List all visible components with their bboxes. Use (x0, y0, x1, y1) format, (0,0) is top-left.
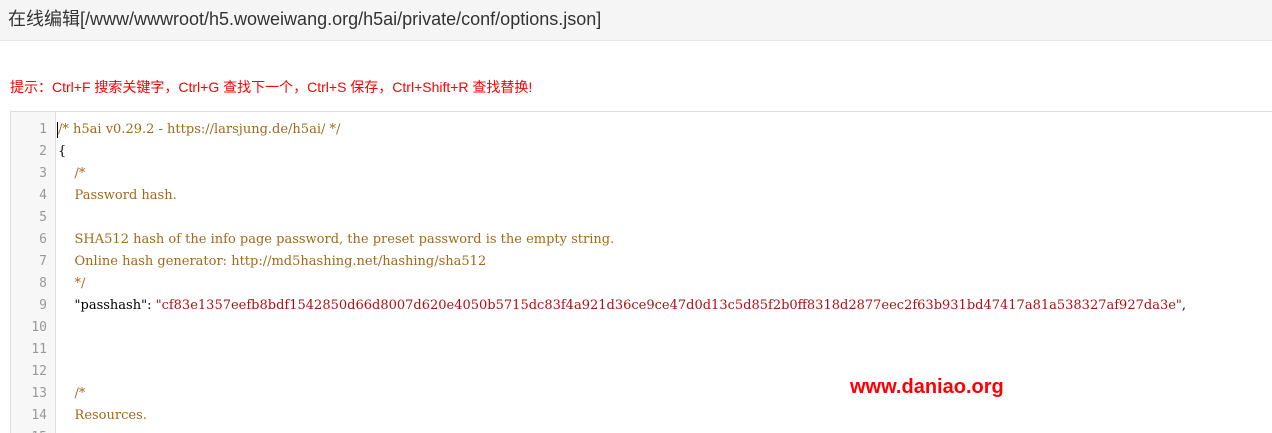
code-line[interactable]: 11 (11, 339, 1272, 361)
code-line[interactable]: 14 Resources. (11, 405, 1272, 427)
line-code[interactable]: */ (58, 273, 86, 295)
code-line[interactable]: 13 /* (11, 383, 1272, 405)
code-token-comment: Resources. (58, 408, 147, 423)
line-number: 3 (39, 166, 47, 181)
code-editor[interactable]: 1 /* h5ai v0.29.2 - https://larsjung.de/h… (10, 111, 1272, 433)
code-token-comment: /* (58, 386, 86, 401)
line-number: 2 (39, 144, 47, 159)
code-token-comment: SHA512 hash of the info page password, t… (58, 232, 615, 247)
code-token-string: "cf83e1357eefb8bdf1542850d66d8007d620e40… (155, 298, 1182, 313)
line-number: 8 (39, 276, 47, 291)
code-line[interactable]: 9 "passhash": "cf83e1357eefb8bdf1542850d… (11, 295, 1272, 317)
code-line[interactable]: 7 Online hash generator: http://md5hashi… (11, 251, 1272, 273)
line-code[interactable]: Password hash. (58, 185, 177, 207)
line-number: 10 (31, 320, 47, 335)
line-code[interactable]: SHA512 hash of the info page password, t… (58, 229, 615, 251)
code-token-comment: /* (58, 166, 86, 181)
code-token-comment: Online hash generator: http://md5hashing… (58, 254, 487, 269)
line-code[interactable]: /* h5ai v0.29.2 - https://larsjung.de/h5… (58, 119, 340, 141)
code-line[interactable]: 3 /* (11, 163, 1272, 185)
code-token-plain: , (1181, 298, 1187, 313)
line-code[interactable]: { (58, 141, 66, 163)
code-line[interactable]: 8 */ (11, 273, 1272, 295)
code-token-comment: */ (58, 276, 86, 291)
code-line[interactable]: 2{ (11, 141, 1272, 163)
line-number: 11 (31, 342, 47, 357)
text-cursor (57, 122, 58, 138)
code-line[interactable]: 4 Password hash. (11, 185, 1272, 207)
line-number: 7 (39, 254, 47, 269)
watermark: www.daniao.org (850, 376, 1004, 398)
code-line[interactable]: 1 /* h5ai v0.29.2 - https://larsjung.de/h… (11, 119, 1272, 141)
shortcut-hint: 提示：Ctrl+F 搜索关键字，Ctrl+G 查找下一个，Ctrl+S 保存，C… (10, 79, 533, 95)
line-code[interactable]: Online hash generator: http://md5hashing… (58, 251, 487, 273)
line-number: 9 (39, 298, 47, 313)
code-line[interactable]: 6 SHA512 hash of the info page password,… (11, 229, 1272, 251)
line-code[interactable]: /* (58, 383, 86, 405)
window-header: 在线编辑[/www/wwwroot/h5.woweiwang.org/h5ai/… (0, 0, 1272, 41)
line-code[interactable]: Resources. (58, 405, 147, 427)
line-number: 1 (39, 122, 47, 137)
line-number: 15 (11, 427, 47, 433)
code-line[interactable]: 5 (11, 207, 1272, 229)
page-title: 在线编辑[/www/wwwroot/h5.woweiwang.org/h5ai/… (8, 9, 602, 29)
line-number: 14 (31, 408, 47, 423)
code-line[interactable]: 12 (11, 361, 1272, 383)
line-code[interactable]: "passhash": "cf83e1357eefb8bdf1542850d66… (58, 295, 1187, 317)
line-number: 4 (39, 188, 47, 203)
code-token-plain: { (58, 144, 67, 159)
line-number: 12 (31, 364, 47, 379)
code-token-comment: /* h5ai v0.29.2 - https://larsjung.de/h5… (58, 122, 341, 137)
line-number: 13 (31, 386, 47, 401)
code-token-comment: Password hash. (58, 188, 177, 203)
code-line[interactable]: 10 (11, 317, 1272, 339)
code-token-plain: : (147, 298, 156, 313)
line-number: 5 (39, 210, 47, 225)
code-line[interactable]: 15 (11, 427, 1272, 433)
line-code[interactable]: /* (58, 163, 86, 185)
line-number: 6 (39, 232, 47, 247)
code-token-prop: "passhash" (58, 298, 148, 313)
